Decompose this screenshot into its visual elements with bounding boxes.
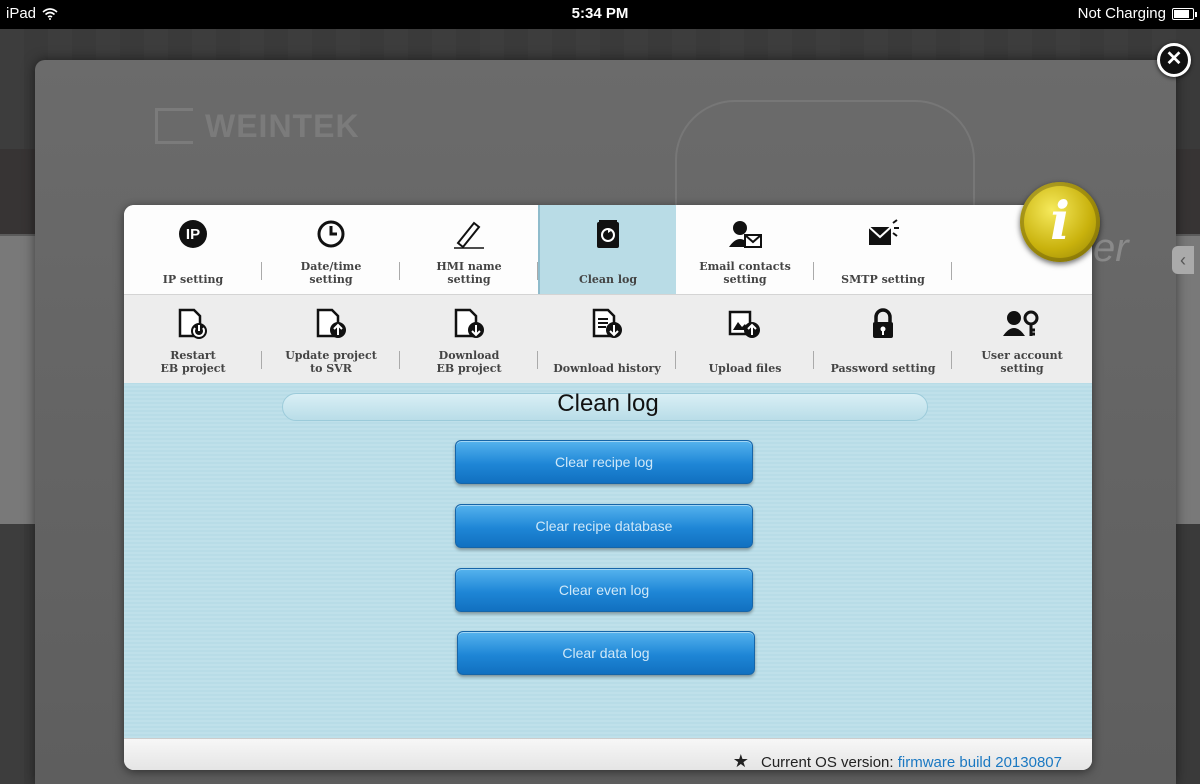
- status-bar: iPad 5:34 PM Not Charging: [0, 0, 1200, 29]
- tab-label: HMI name setting: [436, 260, 502, 286]
- restart-doc-icon: [124, 307, 262, 341]
- os-version-value: firmware build 20130807: [897, 754, 1062, 770]
- ip-icon: IP: [124, 217, 262, 251]
- recycle-bin-icon: [540, 217, 676, 251]
- tab-update-project-to-svr[interactable]: Update project to SVR: [262, 295, 400, 383]
- pen-icon: [400, 217, 538, 251]
- close-button[interactable]: ✕: [1157, 43, 1191, 77]
- contact-mail-icon: [676, 217, 814, 251]
- charging-status: Not Charging: [1077, 5, 1166, 22]
- chevron-left-icon[interactable]: ‹: [1172, 246, 1194, 274]
- cloud-icon: [675, 100, 975, 210]
- tab-label: SMTP setting: [841, 273, 925, 286]
- tab-smtp-setting[interactable]: SMTP setting: [814, 205, 952, 294]
- tab-download-history[interactable]: Download history: [538, 295, 676, 383]
- battery-icon: [1172, 7, 1197, 20]
- tab-hmi-name-setting[interactable]: HMI name setting: [400, 205, 538, 294]
- tab-label: IP setting: [162, 273, 224, 286]
- clear-recipe-database-button[interactable]: Clear recipe database: [455, 504, 753, 548]
- clear-even-log-button[interactable]: Clear even log: [455, 568, 753, 612]
- footer: ★ Current OS version: firmware build 201…: [124, 738, 1092, 770]
- tab-clean-log[interactable]: Clean log: [538, 205, 676, 294]
- tab-download-eb-project[interactable]: Download EB project: [400, 295, 538, 383]
- tab-ip-setting[interactable]: IP IP setting: [124, 205, 262, 294]
- tab-label: User account setting: [981, 349, 1063, 375]
- clock: 5:34 PM: [571, 5, 629, 22]
- tab-label: Download history: [553, 362, 661, 375]
- tab-label: Restart EB project: [160, 349, 226, 375]
- user-key-icon: [952, 307, 1092, 341]
- os-version-label: Current OS version:: [761, 754, 894, 770]
- star-icon: ★: [732, 751, 749, 770]
- tab-email-contacts-setting[interactable]: Email contacts setting: [676, 205, 814, 294]
- tab-password-setting[interactable]: Password setting: [814, 295, 952, 383]
- tab-label: Download EB project: [436, 349, 502, 375]
- tab-datetime-setting[interactable]: Date/time setting: [262, 205, 400, 294]
- svg-text:IP: IP: [186, 226, 200, 243]
- clock-icon: [262, 217, 400, 251]
- lock-icon: [814, 307, 952, 341]
- tab-label: Date/time setting: [300, 260, 362, 286]
- panel-title: Clean log: [557, 390, 659, 417]
- tab-restart-eb-project[interactable]: Restart EB project: [124, 295, 262, 383]
- tab-label: Email contacts setting: [699, 260, 791, 286]
- tab-upload-files[interactable]: Upload files: [676, 295, 814, 383]
- tab-row-2: Restart EB project Update project to SVR…: [124, 295, 1092, 383]
- clean-log-panel: Clean log Clear recipe log Clear recipe …: [124, 383, 1092, 738]
- brand-logo-icon: [155, 108, 193, 144]
- tab-label: Upload files: [708, 362, 782, 375]
- download-doc-icon: [400, 307, 538, 341]
- upload-doc-icon: [262, 307, 400, 341]
- settings-dialog: IP IP setting Date/time setting HMI name…: [124, 205, 1092, 770]
- clear-recipe-log-button[interactable]: Clear recipe log: [455, 440, 753, 484]
- upload-image-icon: [676, 307, 814, 341]
- info-icon[interactable]: i: [1020, 182, 1100, 262]
- tab-label: Password setting: [830, 362, 936, 375]
- tab-label: Update project to SVR: [285, 349, 377, 375]
- clear-data-log-button[interactable]: Clear data log: [457, 631, 755, 675]
- tab-label: Clean log: [578, 273, 638, 286]
- tab-row-1: IP IP setting Date/time setting HMI name…: [124, 205, 1092, 295]
- tab-user-account-setting[interactable]: User account setting: [952, 295, 1092, 383]
- mail-send-icon: [814, 217, 952, 251]
- brand-name: WEINTEK: [205, 108, 360, 144]
- history-doc-icon: [538, 307, 676, 341]
